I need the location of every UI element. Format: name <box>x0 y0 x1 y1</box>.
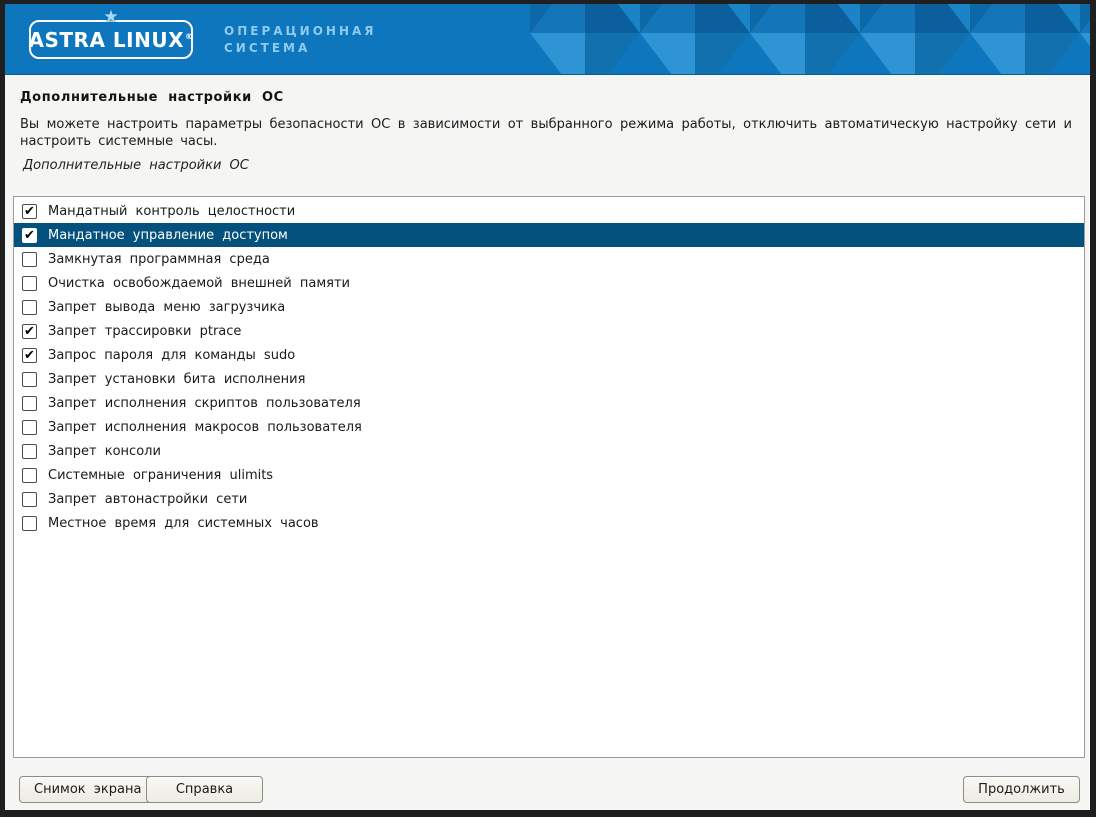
option-row[interactable]: Мандатное управление доступом <box>14 223 1084 247</box>
option-label: Запрет автонастройки сети <box>48 492 247 507</box>
checkbox-icon[interactable] <box>22 204 37 219</box>
page-description: Вы можете настроить параметры безопаснос… <box>20 116 1072 150</box>
option-row[interactable]: Запрет установки бита исполнения <box>14 367 1084 391</box>
page-title: Дополнительные настройки ОС <box>20 90 1075 105</box>
option-label: Запрет установки бита исполнения <box>48 372 305 387</box>
option-row[interactable]: Замкнутая программная среда <box>14 247 1084 271</box>
checkbox-icon[interactable] <box>22 228 37 243</box>
option-row[interactable]: Очистка освобождаемой внешней памяти <box>14 271 1084 295</box>
option-label: Запрет трассировки ptrace <box>48 324 241 339</box>
checkbox-icon[interactable] <box>22 516 37 531</box>
option-label: Замкнутая программная среда <box>48 252 270 267</box>
registered-mark: ® <box>185 32 194 41</box>
option-label: Мандатное управление доступом <box>48 228 288 243</box>
checkbox-icon[interactable] <box>22 420 37 435</box>
checkbox-icon[interactable] <box>22 468 37 483</box>
option-row[interactable]: Запрос пароля для команды sudo <box>14 343 1084 367</box>
options-list-caption: Дополнительные настройки ОС <box>23 158 1075 173</box>
option-label: Запрет исполнения скриптов пользователя <box>48 396 361 411</box>
option-label: Запрос пароля для команды sudo <box>48 348 295 363</box>
screenshot-button[interactable]: Снимок экрана <box>19 776 156 803</box>
checkbox-icon[interactable] <box>22 324 37 339</box>
option-row[interactable]: Запрет исполнения скриптов пользователя <box>14 391 1084 415</box>
help-button[interactable]: Справка <box>146 776 263 803</box>
option-row[interactable]: Запрет консоли <box>14 439 1084 463</box>
header-banner: ★ ASTRA LINUX® ОПЕРАЦИОННАЯ СИСТЕМА <box>5 4 1090 75</box>
option-row[interactable]: Запрет вывода меню загрузчика <box>14 295 1084 319</box>
checkbox-icon[interactable] <box>22 444 37 459</box>
checkbox-icon[interactable] <box>22 252 37 267</box>
header-diamond-pattern <box>530 4 1090 75</box>
checkbox-icon[interactable] <box>22 300 37 315</box>
header-subtitle-line1: ОПЕРАЦИОННАЯ <box>224 23 377 40</box>
options-list: Мандатный контроль целостности Мандатное… <box>13 196 1085 758</box>
checkbox-icon[interactable] <box>22 492 37 507</box>
option-label: Очистка освобождаемой внешней памяти <box>48 276 350 291</box>
option-row[interactable]: Системные ограничения ulimits <box>14 463 1084 487</box>
checkbox-icon[interactable] <box>22 276 37 291</box>
header-subtitle: ОПЕРАЦИОННАЯ СИСТЕМА <box>224 23 377 57</box>
option-row[interactable]: Запрет автонастройки сети <box>14 487 1084 511</box>
option-row[interactable]: Запрет исполнения макросов пользователя <box>14 415 1084 439</box>
star-icon: ★ <box>103 9 118 26</box>
option-row[interactable]: Местное время для системных часов <box>14 511 1084 535</box>
option-row[interactable]: Запрет трассировки ptrace <box>14 319 1084 343</box>
header-subtitle-line2: СИСТЕМА <box>224 40 377 57</box>
logo-text: ASTRA LINUX® <box>29 28 194 52</box>
installer-window: ★ ASTRA LINUX® ОПЕРАЦИОННАЯ СИСТЕМА Допо… <box>0 0 1096 817</box>
checkbox-icon[interactable] <box>22 348 37 363</box>
option-label: Системные ограничения ulimits <box>48 468 273 483</box>
option-label: Местное время для системных часов <box>48 516 319 531</box>
option-label: Запрет вывода меню загрузчика <box>48 300 285 315</box>
checkbox-icon[interactable] <box>22 372 37 387</box>
option-label: Мандатный контроль целостности <box>48 204 295 219</box>
astra-linux-logo: ★ ASTRA LINUX® <box>29 20 193 59</box>
option-row[interactable]: Мандатный контроль целостности <box>14 199 1084 223</box>
checkbox-icon[interactable] <box>22 396 37 411</box>
option-label: Запрет консоли <box>48 444 161 459</box>
continue-button[interactable]: Продолжить <box>963 776 1080 803</box>
option-label: Запрет исполнения макросов пользователя <box>48 420 362 435</box>
